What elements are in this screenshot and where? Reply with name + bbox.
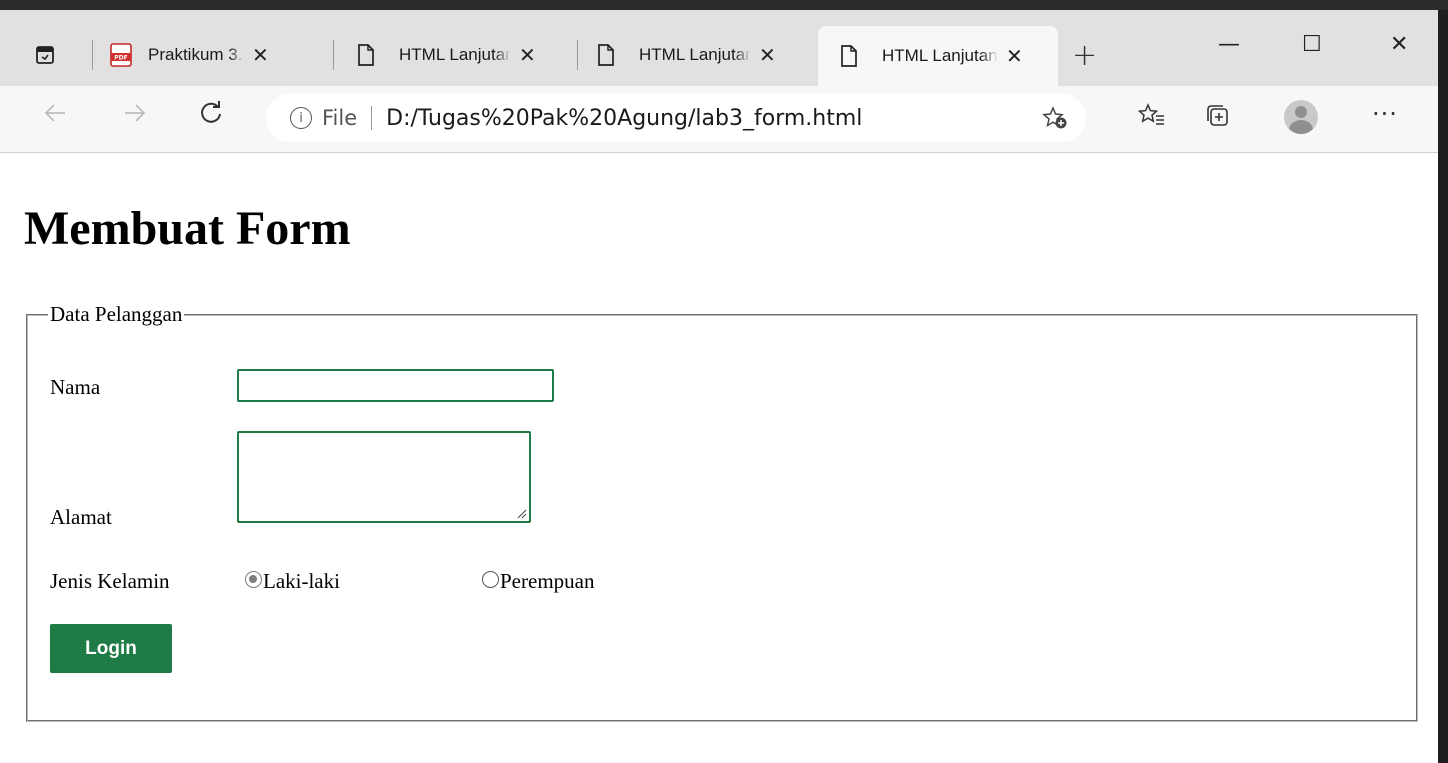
customer-data-fieldset: Data Pelanggan bbox=[26, 302, 1418, 722]
tab-title: HTML Lanjutan bbox=[882, 46, 998, 65]
refresh-button[interactable] bbox=[198, 100, 224, 133]
avatar-body bbox=[1289, 120, 1313, 134]
radio-perempuan[interactable] bbox=[482, 571, 499, 588]
tab-close-icon[interactable]: ✕ bbox=[252, 43, 269, 68]
maximize-button[interactable]: ☐ bbox=[1302, 32, 1322, 57]
nama-input[interactable] bbox=[237, 369, 554, 402]
info-icon[interactable]: i bbox=[290, 107, 312, 129]
tab-actions-button[interactable] bbox=[30, 40, 60, 70]
jenis-kelamin-label: Jenis Kelamin bbox=[50, 569, 170, 593]
scheme-label: File bbox=[322, 106, 358, 130]
add-favorite-icon[interactable] bbox=[1042, 106, 1068, 130]
close-window-button[interactable]: ✕ bbox=[1390, 32, 1408, 57]
tab-html-lanjutan-active[interactable]: HTML Lanjutan ✕ bbox=[818, 26, 1058, 86]
url-text[interactable]: D:/Tugas%20Pak%20Agung/lab3_form.html bbox=[386, 106, 862, 131]
navigation-toolbar: i File D:/Tugas%20Pak%20Agung/lab3_form.… bbox=[0, 86, 1438, 153]
tab-title: Praktikum 3.pdf bbox=[148, 45, 244, 64]
forward-arrow-icon bbox=[125, 104, 146, 122]
refresh-icon bbox=[201, 101, 221, 123]
pdf-icon: PDF bbox=[110, 43, 132, 67]
back-button[interactable] bbox=[42, 100, 68, 133]
tab-bar: PDF Praktikum 3.pdf ✕ HTML Lanjutan ✕ HT… bbox=[0, 10, 1438, 86]
window-right-edge bbox=[1438, 10, 1448, 763]
tab-close-icon[interactable]: ✕ bbox=[759, 43, 776, 68]
more-options-button[interactable]: ··· bbox=[1372, 100, 1398, 128]
tab-html-lanjutan-2[interactable]: HTML Lanjutan ✕ bbox=[597, 26, 819, 84]
tab-praktikum-pdf[interactable]: PDF Praktikum 3.pdf ✕ bbox=[110, 26, 322, 84]
nama-label: Nama bbox=[50, 375, 101, 399]
tab-title: HTML Lanjutan bbox=[399, 45, 511, 64]
forward-button[interactable] bbox=[122, 100, 148, 133]
fieldset-legend: Data Pelanggan bbox=[50, 302, 183, 326]
tab-title: HTML Lanjutan bbox=[639, 45, 751, 64]
back-arrow-icon bbox=[44, 104, 65, 122]
tab-close-icon[interactable]: ✕ bbox=[519, 43, 536, 68]
resize-grip-icon[interactable] bbox=[517, 509, 527, 519]
page-icon bbox=[358, 44, 374, 66]
alamat-textarea[interactable] bbox=[237, 431, 531, 523]
login-button[interactable]: Login bbox=[50, 624, 172, 673]
svg-text:PDF: PDF bbox=[114, 55, 127, 62]
alamat-label: Alamat bbox=[50, 505, 112, 529]
address-divider bbox=[371, 106, 373, 130]
profile-avatar[interactable] bbox=[1284, 100, 1318, 134]
perempuan-label: Perempuan bbox=[500, 569, 595, 593]
laki-laki-label: Laki-laki bbox=[263, 569, 340, 593]
window-top-edge bbox=[0, 0, 1448, 10]
page-title: Membuat Form bbox=[24, 202, 351, 255]
collections-icon[interactable] bbox=[1204, 102, 1232, 130]
tab-separator bbox=[92, 40, 93, 70]
tab-actions-icon bbox=[36, 46, 54, 64]
radio-laki-laki[interactable] bbox=[245, 571, 262, 588]
tab-separator bbox=[333, 40, 334, 70]
page-icon bbox=[598, 44, 614, 66]
page-content: Membuat Form Data Pelanggan Nama Alamat … bbox=[0, 153, 1438, 763]
new-tab-button[interactable]: + bbox=[1072, 38, 1097, 73]
tab-close-icon[interactable]: ✕ bbox=[1006, 44, 1023, 69]
page-icon bbox=[841, 45, 857, 67]
minimize-button[interactable]: — bbox=[1218, 32, 1240, 57]
avatar-head bbox=[1295, 106, 1307, 118]
favorites-icon[interactable] bbox=[1138, 102, 1166, 130]
address-bar[interactable]: i File D:/Tugas%20Pak%20Agung/lab3_form.… bbox=[266, 94, 1086, 142]
tab-separator bbox=[577, 40, 578, 70]
tab-html-lanjutan-1[interactable]: HTML Lanjutan ✕ bbox=[357, 26, 579, 84]
